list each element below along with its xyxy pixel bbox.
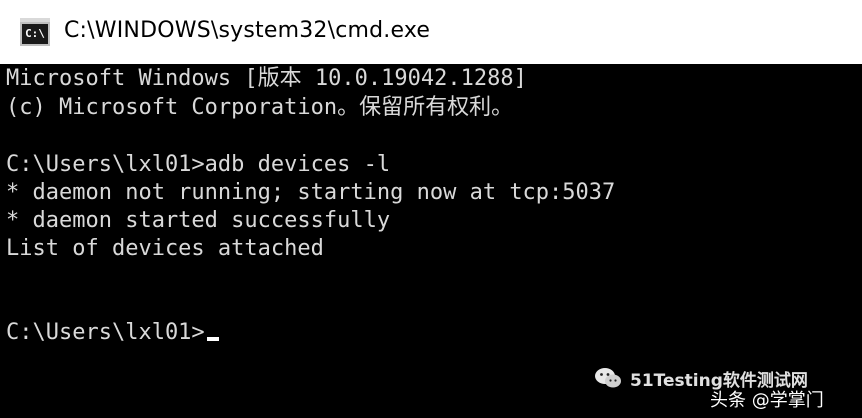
- source-watermark: 头条 @学掌门: [710, 390, 824, 411]
- terminal-line: * daemon not running; starting now at tc…: [6, 180, 616, 205]
- prompt-text: C:\Users\lxl01>: [6, 320, 205, 345]
- text-cursor: [206, 337, 219, 341]
- terminal-line: List of devices attached: [6, 236, 324, 261]
- terminal-line: * daemon started successfully: [6, 208, 391, 233]
- cmd-icon[interactable]: C:\: [20, 22, 50, 46]
- title-bar[interactable]: C:\ C:\WINDOWS\system32\cmd.exe: [0, 0, 862, 64]
- window-title: C:\WINDOWS\system32\cmd.exe: [64, 18, 431, 43]
- wechat-icon: [594, 367, 622, 389]
- terminal-line: C:\Users\lxl01>adb devices -l: [6, 152, 391, 177]
- cmd-window: C:\ C:\WINDOWS\system32\cmd.exe Microsof…: [0, 0, 862, 418]
- terminal-line: (c) Microsoft Corporation。保留所有权利。: [6, 95, 514, 120]
- terminal-prompt-line: C:\Users\lxl01>: [6, 320, 219, 346]
- terminal-line: Microsoft Windows [版本 10.0.19042.1288]: [6, 66, 527, 91]
